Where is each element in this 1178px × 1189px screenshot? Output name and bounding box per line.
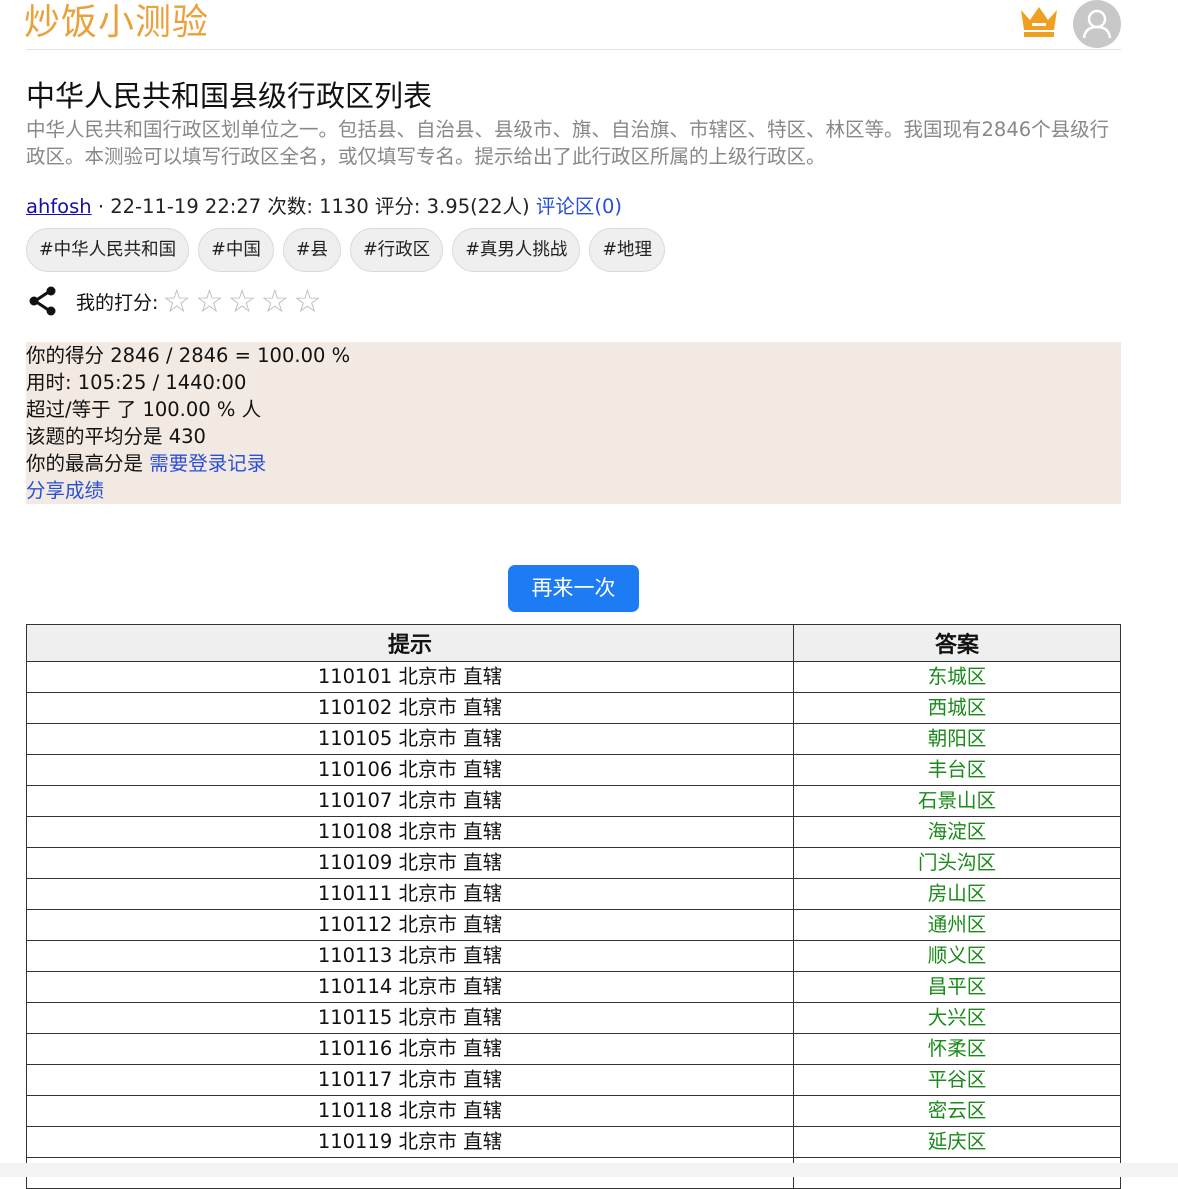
header-hint: 提示 <box>26 624 794 662</box>
user-avatar-icon[interactable] <box>1073 0 1121 48</box>
table-row: 110111 北京市 直辖 房山区 <box>26 878 1121 910</box>
average-line: 该题的平均分是 430 <box>26 425 206 448</box>
answer-cell: 平谷区 <box>793 1064 1121 1096</box>
hint-cell: 110119 北京市 直辖 <box>26 1126 794 1158</box>
table-row: 110112 北京市 直辖 通州区 <box>26 909 1121 941</box>
percentile-line: 超过/等于 了 100.00 % 人 <box>26 398 262 421</box>
table-row: 110113 北京市 直辖 顺义区 <box>26 940 1121 972</box>
table-row: 110117 北京市 直辖 平谷区 <box>26 1064 1121 1096</box>
table-row: 110118 北京市 直辖 密云区 <box>26 1095 1121 1127</box>
quiz-meta: ahfosh · 22-11-19 22:27 次数: 1130 评分: 3.9… <box>26 194 622 220</box>
answer-cell: 海淀区 <box>793 816 1121 848</box>
best-score-line: 你的最高分是 需要登录记录 <box>26 450 1121 477</box>
tag-list: #中华人民共和国 #中国 #县 #行政区 #真男人挑战 #地理 <box>26 228 666 272</box>
table-row: 110101 北京市 直辖 东城区 <box>26 661 1121 693</box>
star-icon[interactable]: ☆ <box>293 285 322 317</box>
login-record-link[interactable]: 需要登录记录 <box>149 452 266 475</box>
author-link[interactable]: ahfosh <box>26 195 92 218</box>
answer-cell: 门头沟区 <box>793 847 1121 879</box>
answer-cell: 密云区 <box>793 1095 1121 1127</box>
star-icon[interactable]: ☆ <box>195 285 224 317</box>
answers-table: 提示 答案 110101 北京市 直辖 东城区 110102 北京市 直辖 西城区 … <box>26 624 1121 1189</box>
table-row: 110102 北京市 直辖 西城区 <box>26 692 1121 724</box>
hint-cell: 110113 北京市 直辖 <box>26 940 794 972</box>
hint-cell: 110105 北京市 直辖 <box>26 723 794 755</box>
table-header-row: 提示 答案 <box>26 624 1121 662</box>
top-bar: 炒饭小测验 <box>24 0 1121 50</box>
table-row: 110115 北京市 直辖 大兴区 <box>26 1002 1121 1034</box>
table-row: 110107 北京市 直辖 石景山区 <box>26 785 1121 817</box>
crown-icon[interactable] <box>1018 4 1060 38</box>
site-logo[interactable]: 炒饭小测验 <box>24 0 209 46</box>
answer-cell: 房山区 <box>793 878 1121 910</box>
tag-chip[interactable]: #行政区 <box>350 228 444 272</box>
tag-chip[interactable]: #真男人挑战 <box>452 228 581 272</box>
answer-cell: 石景山区 <box>793 785 1121 817</box>
table-row: 110108 北京市 直辖 海淀区 <box>26 816 1121 848</box>
score-line: 你的得分 2846 / 2846 = 100.00 % <box>26 344 351 367</box>
hint-cell: 110115 北京市 直辖 <box>26 1002 794 1034</box>
page: 炒饭小测验 中华人民共和国县级行政区列表 中华人民共和国行政区划单位之一。包括县… <box>24 0 1121 1189</box>
viewport-bottom-edge <box>0 1163 1178 1177</box>
star-icon[interactable]: ☆ <box>228 285 257 317</box>
answer-cell: 朝阳区 <box>793 723 1121 755</box>
answer-cell: 顺义区 <box>793 940 1121 972</box>
quiz-description: 中华人民共和国行政区划单位之一。包括县、自治县、县级市、旗、自治旗、市辖区、特区… <box>26 118 1110 168</box>
answer-cell: 昌平区 <box>793 971 1121 1003</box>
table-row: 110116 北京市 直辖 怀柔区 <box>26 1033 1121 1065</box>
result-panel: 你的得分 2846 / 2846 = 100.00 % 用时: 105:25 /… <box>26 342 1121 504</box>
tag-chip[interactable]: #地理 <box>589 228 666 272</box>
hint-cell: 110109 北京市 直辖 <box>26 847 794 879</box>
rating-label: 我的打分: <box>76 291 159 314</box>
hint-cell: 110112 北京市 直辖 <box>26 909 794 941</box>
answer-cell: 东城区 <box>793 661 1121 693</box>
answer-cell: 延庆区 <box>793 1126 1121 1158</box>
comments-link[interactable]: 评论区(0) <box>536 195 622 218</box>
time-line: 用时: 105:25 / 1440:00 <box>26 371 247 394</box>
tag-chip[interactable]: #县 <box>282 228 342 272</box>
meta-info: · 22-11-19 22:27 次数: 1130 评分: 3.95(22人) <box>91 195 536 218</box>
share-result-row: 分享成绩 <box>26 477 1121 504</box>
hint-cell: 110106 北京市 直辖 <box>26 754 794 786</box>
answer-cell: 通州区 <box>793 909 1121 941</box>
answer-cell: 大兴区 <box>793 1002 1121 1034</box>
rating-row: 我的打分: ☆ ☆ ☆ ☆ ☆ <box>26 284 322 318</box>
hint-cell: 110101 北京市 直辖 <box>26 661 794 693</box>
play-again-button[interactable]: 再来一次 <box>508 565 639 612</box>
tag-chip[interactable]: #中国 <box>198 228 274 272</box>
star-icon[interactable]: ☆ <box>260 285 289 317</box>
answer-cell: 怀柔区 <box>793 1033 1121 1065</box>
quiz-title: 中华人民共和国县级行政区列表 <box>26 79 433 113</box>
hint-cell: 110107 北京市 直辖 <box>26 785 794 817</box>
header-answer: 答案 <box>793 624 1121 662</box>
share-result-link[interactable]: 分享成绩 <box>26 479 104 502</box>
hint-cell: 110116 北京市 直辖 <box>26 1033 794 1065</box>
table-row: 110114 北京市 直辖 昌平区 <box>26 971 1121 1003</box>
table-row: 110119 北京市 直辖 延庆区 <box>26 1126 1121 1158</box>
hint-cell: 110108 北京市 直辖 <box>26 816 794 848</box>
table-row: 110106 北京市 直辖 丰台区 <box>26 754 1121 786</box>
hint-cell: 110114 北京市 直辖 <box>26 971 794 1003</box>
star-icon[interactable]: ☆ <box>162 285 191 317</box>
hint-cell: 110102 北京市 直辖 <box>26 692 794 724</box>
hint-cell: 110118 北京市 直辖 <box>26 1095 794 1127</box>
table-row: 110105 北京市 直辖 朝阳区 <box>26 723 1121 755</box>
table-row: 110109 北京市 直辖 门头沟区 <box>26 847 1121 879</box>
best-score-label: 你的最高分是 <box>26 452 150 475</box>
answer-cell: 丰台区 <box>793 754 1121 786</box>
tag-chip[interactable]: #中华人民共和国 <box>26 228 190 272</box>
hint-cell: 110117 北京市 直辖 <box>26 1064 794 1096</box>
share-icon[interactable] <box>26 284 60 318</box>
hint-cell: 110111 北京市 直辖 <box>26 878 794 910</box>
answer-cell: 西城区 <box>793 692 1121 724</box>
